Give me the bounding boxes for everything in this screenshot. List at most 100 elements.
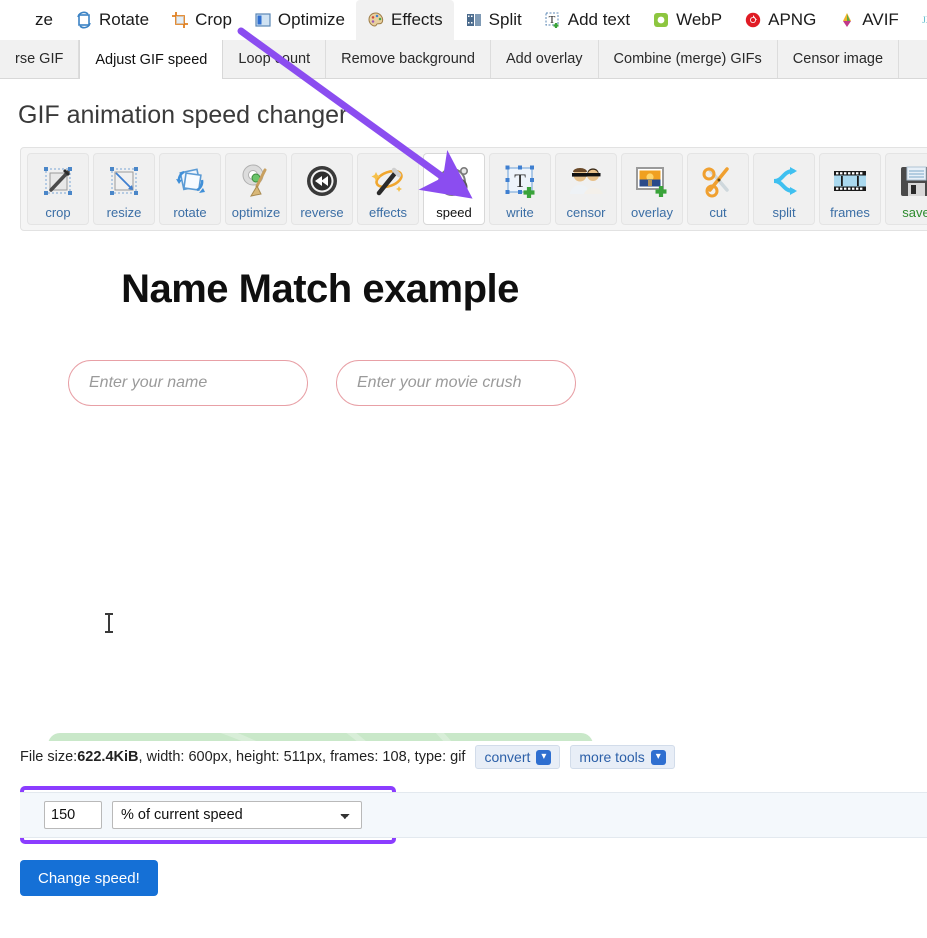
- subtab-reverse-gif[interactable]: rse GIF: [0, 40, 79, 78]
- optimize-tool-icon: [235, 160, 277, 202]
- tool-label: write: [506, 205, 533, 220]
- top-menu-item-jxl[interactable]: JXL JXL: [910, 0, 927, 40]
- top-menu-item-add-text[interactable]: T Add text: [533, 0, 641, 40]
- tool-split[interactable]: split: [753, 153, 815, 225]
- subtab-label: Add overlay: [506, 51, 583, 67]
- file-info-prefix: File size:: [20, 749, 77, 765]
- top-menu-label: ze: [35, 10, 53, 30]
- crop-tool-icon: [37, 160, 79, 202]
- tool-resize[interactable]: resize: [93, 153, 155, 225]
- tool-frames[interactable]: frames: [819, 153, 881, 225]
- subtab-bar: rse GIF Adjust GIF speed Loop count Remo…: [0, 40, 927, 79]
- change-speed-button[interactable]: Change speed!: [20, 860, 158, 896]
- chevron-down-icon: ▾: [536, 750, 551, 765]
- top-menu-item-crop[interactable]: Crop: [160, 0, 243, 40]
- webp-icon: [652, 11, 670, 29]
- effects-palette-icon: [367, 11, 385, 29]
- rotate-tool-icon: [169, 160, 211, 202]
- top-menu-item-resize[interactable]: ze: [0, 0, 64, 40]
- top-menu-label: WebP: [676, 10, 722, 30]
- overlay-tool-icon: [631, 160, 673, 202]
- tool-label: save: [902, 205, 927, 220]
- top-menu-item-webp[interactable]: WebP: [641, 0, 733, 40]
- speed-stopwatch-tool-icon: [433, 160, 475, 202]
- subtab-adjust-gif-speed[interactable]: Adjust GIF speed: [79, 40, 223, 79]
- reverse-tool-icon: [301, 160, 343, 202]
- top-menu-label: APNG: [768, 10, 816, 30]
- tool-censor[interactable]: censor: [555, 153, 617, 225]
- frames-filmstrip-tool-icon: [829, 160, 871, 202]
- tool-label: rotate: [173, 205, 206, 220]
- tool-label: effects: [369, 205, 407, 220]
- subtab-add-overlay[interactable]: Add overlay: [491, 40, 599, 78]
- subtab-label: Combine (merge) GIFs: [614, 51, 762, 67]
- top-menu-label: Add text: [568, 10, 630, 30]
- file-size-value: 622.4KiB: [77, 749, 138, 765]
- tool-rotate[interactable]: rotate: [159, 153, 221, 225]
- rotate-icon: [75, 11, 93, 29]
- svg-text:JXL: JXL: [922, 15, 927, 25]
- tool-effects[interactable]: effects: [357, 153, 419, 225]
- top-menu-item-effects[interactable]: Effects: [356, 0, 454, 40]
- movie-crush-input-field[interactable]: Enter your movie crush: [336, 360, 576, 406]
- resize-icon: [11, 11, 29, 29]
- more-tools-button[interactable]: more tools ▾: [570, 745, 674, 769]
- gif-preview-fields: Enter your name Enter your movie crush: [68, 360, 927, 406]
- name-input-field[interactable]: Enter your name: [68, 360, 308, 406]
- promo-card: Valentine’s Day Email Templates Browse o…: [48, 733, 593, 741]
- split-tool-icon: [763, 160, 805, 202]
- chevron-down-icon: ▾: [651, 750, 666, 765]
- tool-label: cut: [709, 205, 726, 220]
- subtab-label: Censor image: [793, 51, 883, 67]
- gif-preview-area: Name Match example Enter your name Enter…: [0, 231, 927, 741]
- tool-strip: crop resize rotate: [20, 147, 927, 231]
- name-input-placeholder: Enter your name: [89, 374, 207, 392]
- speed-value-input[interactable]: [44, 801, 102, 829]
- page-title: GIF animation speed changer: [0, 79, 927, 130]
- crop-icon: [171, 11, 189, 29]
- top-menu-item-optimize[interactable]: Optimize: [243, 0, 356, 40]
- tool-save[interactable]: save: [885, 153, 927, 225]
- speed-options-row: % of current speed delay between frames …: [20, 792, 927, 838]
- speed-options-highlight: % of current speed delay between frames …: [20, 786, 396, 844]
- speed-unit-select[interactable]: % of current speed delay between frames …: [112, 801, 362, 829]
- subtab-censor-image[interactable]: Censor image: [778, 40, 899, 78]
- tool-overlay[interactable]: overlay: [621, 153, 683, 225]
- svg-text:T: T: [548, 14, 555, 26]
- tool-label: resize: [107, 205, 142, 220]
- resize-tool-icon: [103, 160, 145, 202]
- cut-scissors-tool-icon: [697, 160, 739, 202]
- top-menu-item-rotate[interactable]: Rotate: [64, 0, 160, 40]
- convert-button[interactable]: convert ▾: [475, 745, 560, 769]
- subtab-label: Adjust GIF speed: [95, 52, 207, 68]
- tool-label: censor: [566, 205, 605, 220]
- convert-label: convert: [484, 749, 530, 765]
- subtab-loop-count[interactable]: Loop count: [223, 40, 326, 78]
- tool-label: split: [772, 205, 795, 220]
- tool-cut[interactable]: cut: [687, 153, 749, 225]
- more-tools-label: more tools: [579, 749, 644, 765]
- top-menu-label: Effects: [391, 10, 443, 30]
- effects-tool-icon: [367, 160, 409, 202]
- top-menu-item-apng[interactable]: APNG: [733, 0, 827, 40]
- top-menu-label: Crop: [195, 10, 232, 30]
- tool-reverse[interactable]: reverse: [291, 153, 353, 225]
- gif-preview-title: Name Match example: [0, 267, 640, 312]
- file-info-rest: , width: 600px, height: 511px, frames: 1…: [138, 749, 465, 765]
- tool-label: frames: [830, 205, 870, 220]
- subtab-combine-gifs[interactable]: Combine (merge) GIFs: [599, 40, 778, 78]
- top-menu-item-avif[interactable]: AVIF: [827, 0, 910, 40]
- top-menu-label: Optimize: [278, 10, 345, 30]
- top-menu-label: AVIF: [862, 10, 899, 30]
- subtab-remove-background[interactable]: Remove background: [326, 40, 491, 78]
- promo-arc-pattern: [48, 733, 593, 741]
- subtab-label: Remove background: [341, 51, 475, 67]
- top-menu-item-split[interactable]: Split: [454, 0, 533, 40]
- top-menu-bar: ze Rotate Crop Optimize: [0, 0, 927, 40]
- tool-optimize[interactable]: optimize: [225, 153, 287, 225]
- tool-speed[interactable]: speed: [423, 153, 485, 225]
- tool-crop[interactable]: crop: [27, 153, 89, 225]
- file-info-bar: File size: 622.4KiB, width: 600px, heigh…: [0, 741, 927, 773]
- tool-write[interactable]: T write: [489, 153, 551, 225]
- censor-tool-icon: [565, 160, 607, 202]
